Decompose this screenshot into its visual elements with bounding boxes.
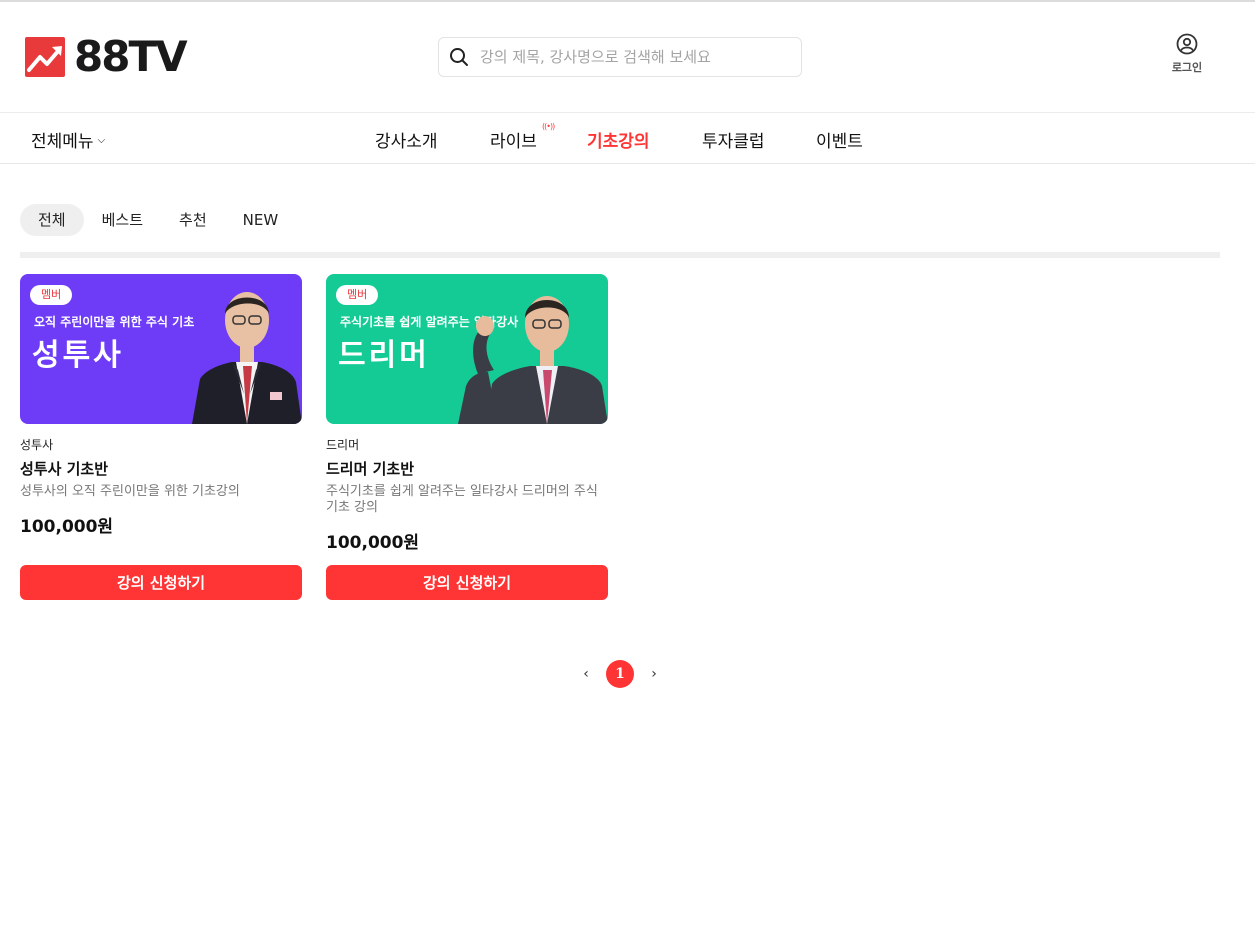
nav-item-basic-courses[interactable]: 기초강의 bbox=[587, 127, 650, 152]
apply-button[interactable]: 강의 신청하기 bbox=[326, 565, 608, 600]
live-broadcast-icon: ((•)) bbox=[542, 122, 555, 131]
search-input[interactable] bbox=[480, 48, 780, 66]
tab-recommended[interactable]: 추천 bbox=[161, 204, 225, 236]
section-divider bbox=[20, 252, 1220, 258]
banner-title: 성투사 bbox=[32, 338, 124, 373]
tab-new[interactable]: NEW bbox=[225, 204, 297, 236]
apply-button[interactable]: 강의 신청하기 bbox=[20, 565, 302, 600]
tab-all[interactable]: 전체 bbox=[20, 204, 84, 236]
course-thumbnail[interactable]: 멤버 주식기초를 쉽게 알려주는 일타강사 드리머 bbox=[326, 274, 608, 424]
nav-item-invest-club[interactable]: 투자클럽 bbox=[702, 127, 765, 152]
login-button[interactable]: 로그인 bbox=[1166, 33, 1208, 75]
main-nav: 전체메뉴 ⌵ 강사소개 라이브 ((•)) 기초강의 투자클럽 이벤트 bbox=[0, 113, 1255, 164]
nav-item-live[interactable]: 라이브 ((•)) bbox=[490, 122, 555, 152]
member-badge: 멤버 bbox=[30, 285, 73, 305]
login-label: 로그인 bbox=[1171, 61, 1203, 74]
chevron-right-icon[interactable]: › bbox=[644, 666, 664, 682]
logo-text: 88TV bbox=[74, 32, 188, 81]
course-description: 성투사의 오직 주린이만을 위한 기초강의 bbox=[20, 484, 240, 499]
banner-title: 드리머 bbox=[338, 338, 430, 373]
course-card[interactable]: 멤버 오직 주린이만을 위한 주식 기초 성투사 성투사 성투사 기초반 성투사… bbox=[20, 274, 302, 600]
logo[interactable]: 88TV bbox=[25, 32, 188, 81]
user-icon bbox=[1176, 33, 1198, 55]
search-icon bbox=[450, 48, 468, 66]
course-description: 주식기초를 쉽게 알려주는 일타강사 드리머의 주식 기초 강의 bbox=[326, 484, 598, 515]
course-thumbnail[interactable]: 멤버 오직 주린이만을 위한 주식 기초 성투사 bbox=[20, 274, 302, 424]
filter-tabs: 전체 베스트 추천 NEW bbox=[20, 204, 296, 236]
nav-item-live-label: 라이브 bbox=[490, 132, 537, 152]
page-number-current[interactable]: 1 bbox=[606, 660, 634, 688]
all-menu-label: 전체메뉴 bbox=[31, 132, 94, 152]
all-menu-button[interactable]: 전체메뉴 ⌵ bbox=[31, 127, 105, 152]
site-header: 88TV 로그인 bbox=[0, 2, 1255, 113]
course-title[interactable]: 성투사 기초반 bbox=[20, 458, 302, 479]
course-title[interactable]: 드리머 기초반 bbox=[326, 458, 608, 479]
chevron-left-icon[interactable]: ‹ bbox=[576, 666, 596, 682]
instructor-name: 성투사 bbox=[20, 438, 54, 452]
course-price: 100,000원 bbox=[326, 533, 420, 553]
search-box[interactable] bbox=[438, 37, 802, 77]
banner-subtitle: 오직 주린이만을 위한 주식 기초 bbox=[34, 315, 195, 329]
member-badge: 멤버 bbox=[336, 285, 379, 305]
instructor-name: 드리머 bbox=[326, 438, 360, 452]
trend-up-icon bbox=[25, 37, 65, 77]
pagination: ‹ 1 › bbox=[576, 660, 664, 688]
course-card[interactable]: 멤버 주식기초를 쉽게 알려주는 일타강사 드리머 드리머 드리머 기초반 주식… bbox=[326, 274, 608, 600]
instructor-photo bbox=[458, 296, 608, 424]
nav-item-events[interactable]: 이벤트 bbox=[816, 127, 863, 152]
nav-item-instructors[interactable]: 강사소개 bbox=[375, 127, 438, 152]
tab-best[interactable]: 베스트 bbox=[84, 204, 161, 236]
course-price: 100,000원 bbox=[20, 517, 114, 537]
chevron-down-icon: ⌵ bbox=[97, 135, 106, 146]
instructor-photo bbox=[192, 292, 302, 424]
